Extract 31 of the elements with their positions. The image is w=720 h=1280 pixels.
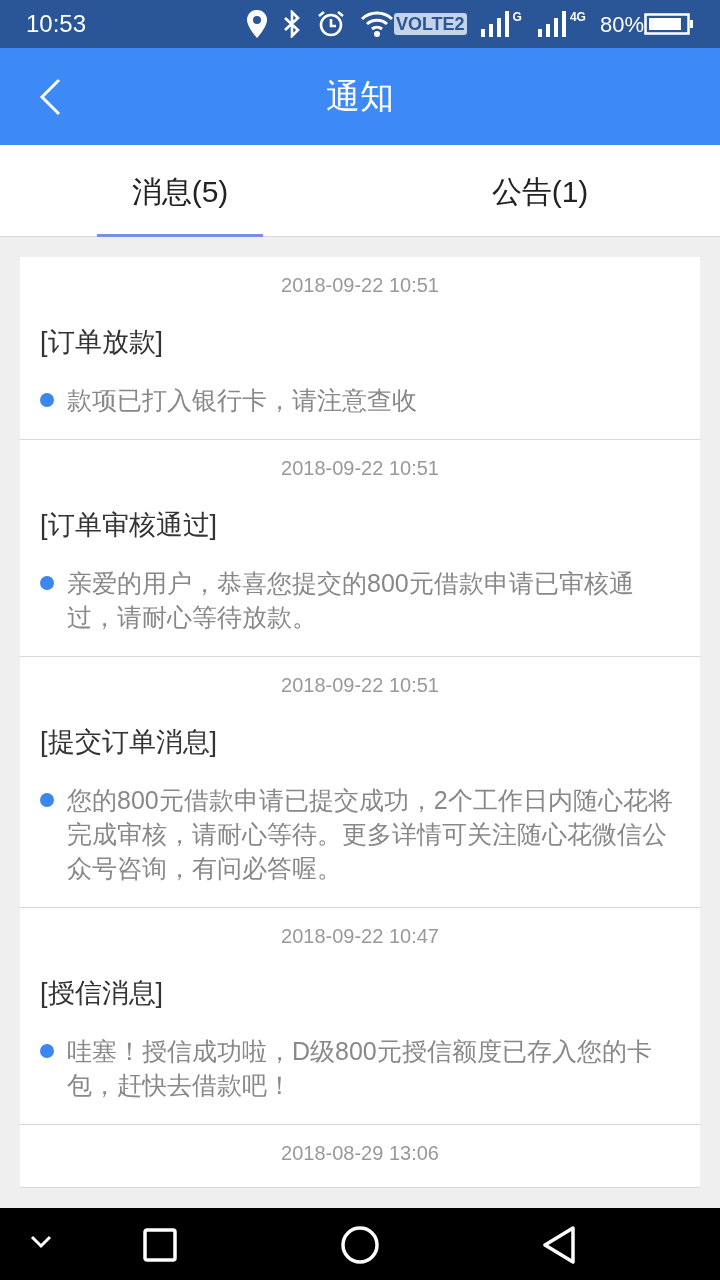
home-button[interactable]: [341, 1226, 379, 1264]
network-type: G: [512, 9, 522, 26]
message-title: [提交订单消息]: [40, 726, 218, 759]
volte-badge: VOLTE2: [393, 13, 467, 35]
status-time: 10:53: [26, 9, 87, 39]
tab[interactable]: 公告(1): [457, 145, 623, 237]
message-time: 2018-09-22 10:51: [280, 456, 440, 480]
chevron-down-icon[interactable]: [30, 1235, 52, 1249]
wifi-icon: [359, 10, 394, 38]
message-text: 亲爱的用户，恭喜您提交的800元借款申请已审核通过，请耐心等待放款。: [67, 568, 635, 633]
signal-icon: [480, 11, 511, 37]
back-nav-button[interactable]: [542, 1226, 576, 1264]
recents-button[interactable]: [143, 1228, 177, 1262]
message-text: 哇塞！授信成功啦，D级800元授信额度已存入您的卡包，赶快去借款吧！: [67, 1036, 653, 1101]
message-time: 2018-09-22 10:47: [280, 924, 440, 948]
page-title: 通知: [326, 76, 394, 117]
message-title: [授信消息]: [40, 977, 164, 1010]
message-time: 2018-09-22 10:51: [280, 673, 440, 697]
message-text: 款项已打入银行卡，请注意查收: [67, 385, 417, 416]
network-type: 4G: [569, 9, 586, 26]
message-title: [订单放款]: [40, 326, 164, 359]
location-icon: [245, 9, 268, 39]
message-time: 2018-09-22 10:51: [280, 273, 440, 297]
message-time: 2018-08-29 13:06: [280, 1141, 440, 1165]
battery-percent: 80%: [599, 10, 644, 39]
battery-icon: [644, 13, 694, 35]
message-title: [订单审核通过]: [40, 509, 218, 542]
message-text: 您的800元借款申请已提交成功，2个工作日内随心花将完成审核，请耐心等待。更多详情可关注随心花微信公众号咨询，有问必答喔。: [67, 785, 674, 884]
tab[interactable]: 消息(5): [97, 145, 263, 237]
back-chevron-icon: [38, 78, 62, 116]
signal-icon: [537, 11, 568, 37]
